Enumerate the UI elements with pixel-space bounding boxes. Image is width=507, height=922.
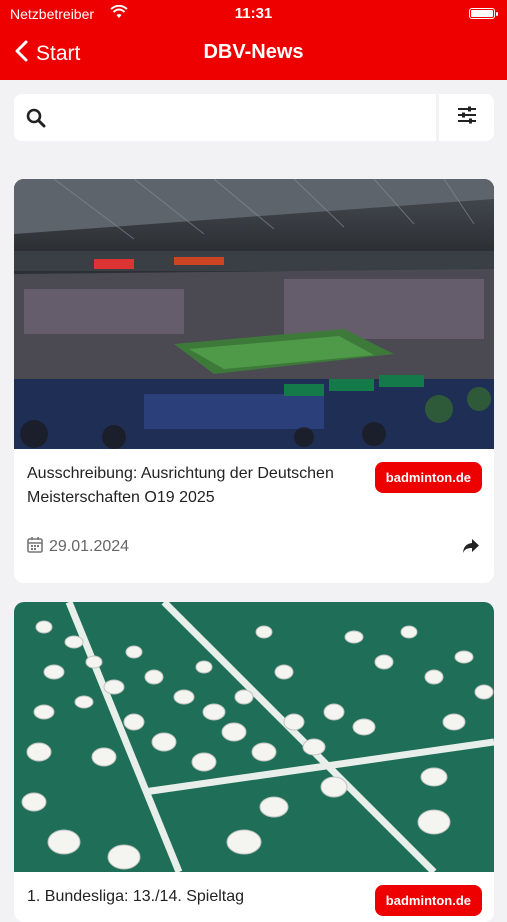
calendar-icon (27, 536, 43, 558)
sliders-icon (456, 106, 478, 129)
clock: 11:31 (234, 5, 273, 22)
article-image (14, 602, 494, 872)
article-title[interactable]: Ausschreibung: Ausrichtung der Deutschen… (27, 462, 367, 510)
article-image (14, 179, 494, 449)
page-title: DBV-News (203, 41, 304, 63)
filter-button[interactable] (439, 94, 494, 141)
news-card[interactable]: Ausschreibung: Ausrichtung der Deutschen… (14, 179, 494, 583)
navigation-bar: Start DBV-News (0, 28, 507, 80)
status-bar: Netzbetreiber 11:31 (0, 0, 507, 28)
source-badge: badminton.de (374, 885, 482, 916)
article-date: 29.01.2024 (27, 536, 129, 558)
search-input[interactable] (14, 94, 436, 141)
article-title[interactable]: 1. Bundesliga: 13./14. Spieltag (27, 885, 367, 909)
news-card[interactable]: 1. Bundesliga: 13./14. Spieltag badminto… (14, 602, 494, 922)
battery-icon (469, 8, 498, 19)
search-icon (26, 108, 46, 133)
share-icon[interactable] (462, 538, 480, 559)
source-badge: badminton.de (374, 462, 482, 493)
article-date-text: 29.01.2024 (49, 538, 130, 555)
